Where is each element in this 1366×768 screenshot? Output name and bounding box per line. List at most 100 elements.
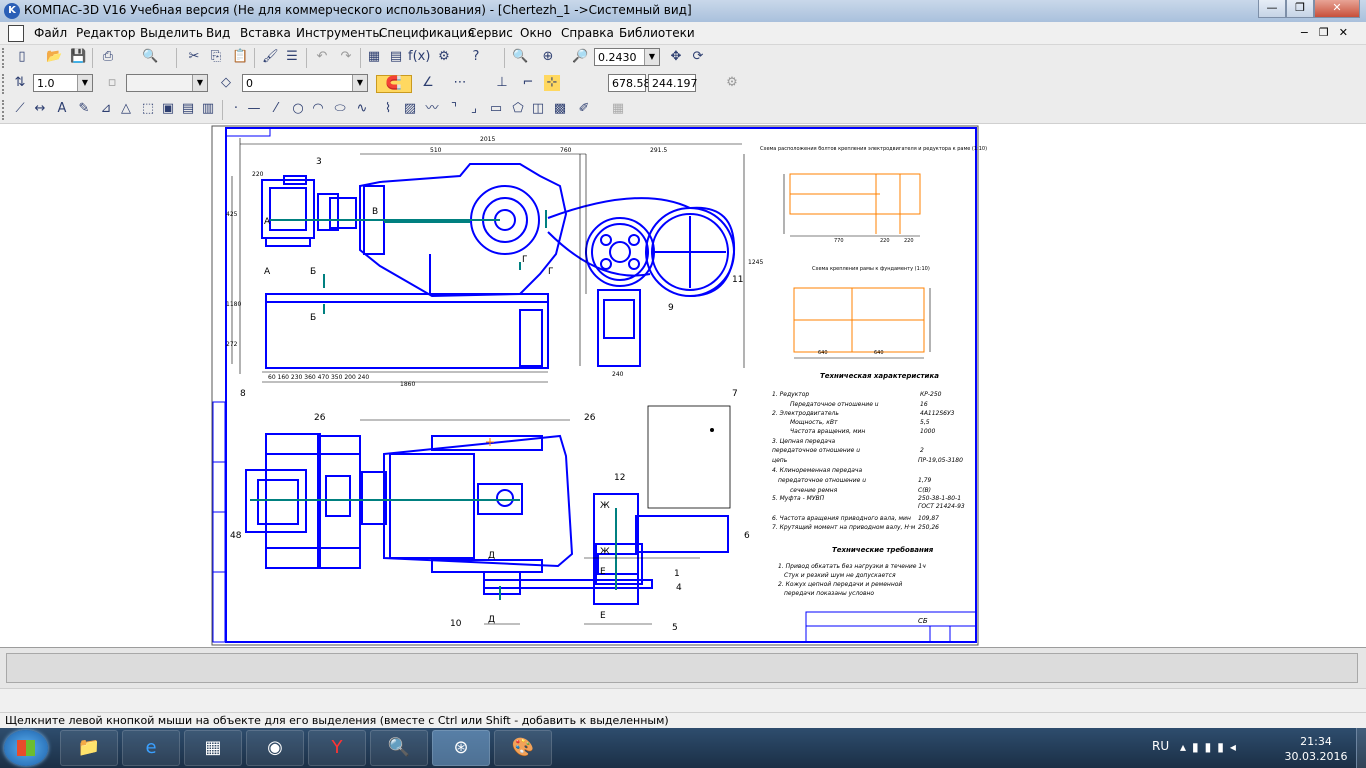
- tray-icons[interactable]: ▴▮▮▮◂: [1180, 740, 1242, 754]
- properties-icon[interactable]: ☰: [284, 49, 300, 65]
- snap-icon[interactable]: 🧲: [376, 75, 412, 93]
- menu-window[interactable]: Окно: [520, 26, 552, 40]
- toolbar-grip[interactable]: [2, 74, 8, 94]
- mdi-controls[interactable]: −❐✕: [1300, 26, 1358, 39]
- menu-libraries[interactable]: Библиотеки: [619, 26, 695, 40]
- save-icon[interactable]: 💾: [70, 49, 86, 65]
- undo-icon[interactable]: ↶: [314, 49, 330, 65]
- menu-view[interactable]: Вид: [206, 26, 230, 40]
- view-icon[interactable]: ▫: [104, 75, 120, 91]
- preview-icon[interactable]: 🔍: [142, 49, 158, 65]
- cut-icon[interactable]: ✂: [186, 49, 202, 65]
- drawing-workspace[interactable]: 2015 510 760 291.5 220 425 1180 272 60 160 230…: [0, 124, 1366, 647]
- paste-icon[interactable]: 📋: [232, 49, 248, 65]
- spec-icon[interactable]: ▤: [180, 101, 196, 117]
- fillet-icon[interactable]: ⌟: [466, 101, 482, 117]
- associative-icon[interactable]: ▣: [160, 101, 176, 117]
- notation-icon[interactable]: A: [54, 101, 70, 117]
- circle-icon[interactable]: ○: [290, 101, 306, 117]
- coord-y-field[interactable]: 244.197: [648, 74, 698, 92]
- select-icon[interactable]: ⬚: [140, 101, 156, 117]
- rectangle-icon[interactable]: ▭: [488, 101, 504, 117]
- drawing-canvas[interactable]: 2015510 760 291.5 2204251180272 60 160 230…: [0, 124, 1366, 647]
- menu-insert[interactable]: Вставка: [240, 26, 291, 40]
- format-painter-icon[interactable]: 🖌: [262, 49, 279, 65]
- local-cs-icon[interactable]: ⊥: [494, 75, 510, 91]
- toolbar-grip[interactable]: [2, 48, 8, 68]
- ortho-icon[interactable]: ∠: [420, 75, 436, 91]
- language-indicator[interactable]: RU: [1152, 739, 1169, 753]
- property-panel-area[interactable]: [6, 653, 1358, 683]
- library-manager-icon[interactable]: ⚙: [436, 49, 452, 65]
- edit-icon[interactable]: ✎: [76, 101, 92, 117]
- orthogonal-icon[interactable]: ⌐: [520, 75, 536, 91]
- fill-icon[interactable]: ▩: [552, 101, 568, 117]
- menu-tools[interactable]: Инструменты: [296, 26, 382, 40]
- kompas-icon[interactable]: ⊛: [432, 730, 490, 766]
- scale-field[interactable]: 1.0 ▼: [33, 74, 93, 92]
- hatch-icon[interactable]: ▨: [402, 101, 418, 117]
- copy-icon[interactable]: ⎘: [208, 49, 224, 65]
- contour-icon[interactable]: ◫: [530, 101, 546, 117]
- dimensions-icon[interactable]: ↔: [32, 101, 48, 117]
- polyline-icon[interactable]: ⌇: [380, 101, 396, 117]
- document-icon[interactable]: [8, 25, 24, 42]
- menu-help[interactable]: Справка: [561, 26, 614, 40]
- help-pointer-icon[interactable]: ?: [468, 49, 484, 65]
- zoom-scale-icon[interactable]: 🔎: [572, 49, 588, 65]
- auxiliary-line-icon[interactable]: —: [246, 101, 262, 117]
- chrome-icon[interactable]: ◉: [246, 730, 304, 766]
- layers-icon[interactable]: ▤: [388, 49, 404, 65]
- ellipse-icon[interactable]: ⬭: [332, 101, 348, 117]
- measure-icon[interactable]: △: [118, 101, 134, 117]
- parametrize-icon[interactable]: ⊿: [98, 101, 114, 117]
- style-field[interactable]: ▼: [126, 74, 208, 92]
- dimension-icon[interactable]: ⚙: [724, 75, 740, 91]
- layer-field[interactable]: 0 ▼: [242, 74, 368, 92]
- polygon-icon[interactable]: ⬠: [510, 101, 526, 117]
- clock[interactable]: 21:34 30.03.2016: [1284, 734, 1348, 764]
- redo-icon[interactable]: ↷: [338, 49, 354, 65]
- ie-icon[interactable]: e: [122, 730, 180, 766]
- yandex-icon[interactable]: Y: [308, 730, 366, 766]
- minimize-icon[interactable]: —: [1258, 0, 1286, 18]
- segment-icon[interactable]: ⁄: [268, 101, 284, 117]
- magnifier-icon[interactable]: 🔍: [370, 730, 428, 766]
- refresh-icon[interactable]: ⟳: [690, 49, 706, 65]
- pan-icon[interactable]: ✥: [668, 49, 684, 65]
- equidistant-icon[interactable]: ✐: [576, 101, 592, 117]
- step-icon[interactable]: ⇅: [12, 75, 28, 91]
- close-icon[interactable]: ✕: [1314, 0, 1360, 18]
- collection-icon[interactable]: ▦: [610, 101, 626, 117]
- calculator-icon[interactable]: ▦: [184, 730, 242, 766]
- open-folder-icon[interactable]: 📂: [46, 49, 62, 65]
- chevron-down-icon[interactable]: ▼: [192, 75, 207, 91]
- grid-icon[interactable]: ⋯: [452, 75, 468, 91]
- menu-file[interactable]: Файл: [34, 26, 67, 40]
- show-desktop-button[interactable]: [1356, 728, 1366, 768]
- paint-icon[interactable]: 🎨: [494, 730, 552, 766]
- menu-specification[interactable]: Спецификация: [379, 26, 474, 40]
- geometry-icon[interactable]: ⟋: [12, 101, 28, 117]
- zoom-window-icon[interactable]: 🔍: [512, 49, 528, 65]
- point-icon[interactable]: ·: [228, 101, 244, 117]
- manager-icon[interactable]: ▦: [366, 49, 382, 65]
- arc-icon[interactable]: ◠: [310, 101, 326, 117]
- toolbar-grip[interactable]: [2, 100, 8, 120]
- kompas-app-icon[interactable]: K: [4, 3, 20, 19]
- report-icon[interactable]: ▥: [200, 101, 216, 117]
- chevron-down-icon[interactable]: ▼: [352, 75, 367, 91]
- chevron-down-icon[interactable]: ▼: [644, 49, 659, 65]
- menu-select[interactable]: Выделить: [140, 26, 203, 40]
- spline-icon[interactable]: ∿: [354, 101, 370, 117]
- restore-icon[interactable]: ❐: [1286, 0, 1314, 18]
- coord-x-field[interactable]: 678.5829: [608, 74, 665, 92]
- zoom-all-icon[interactable]: ⊕: [540, 49, 556, 65]
- zoom-field[interactable]: 0.2430 ▼: [594, 48, 660, 66]
- chevron-down-icon[interactable]: ▼: [77, 75, 92, 91]
- menu-editor[interactable]: Редактор: [76, 26, 135, 40]
- layer-icon[interactable]: ◇: [218, 75, 234, 91]
- explorer-icon[interactable]: 📁: [60, 730, 118, 766]
- wave-line-icon[interactable]: 〰: [424, 101, 440, 117]
- chamfer-icon[interactable]: ⌝: [446, 101, 462, 117]
